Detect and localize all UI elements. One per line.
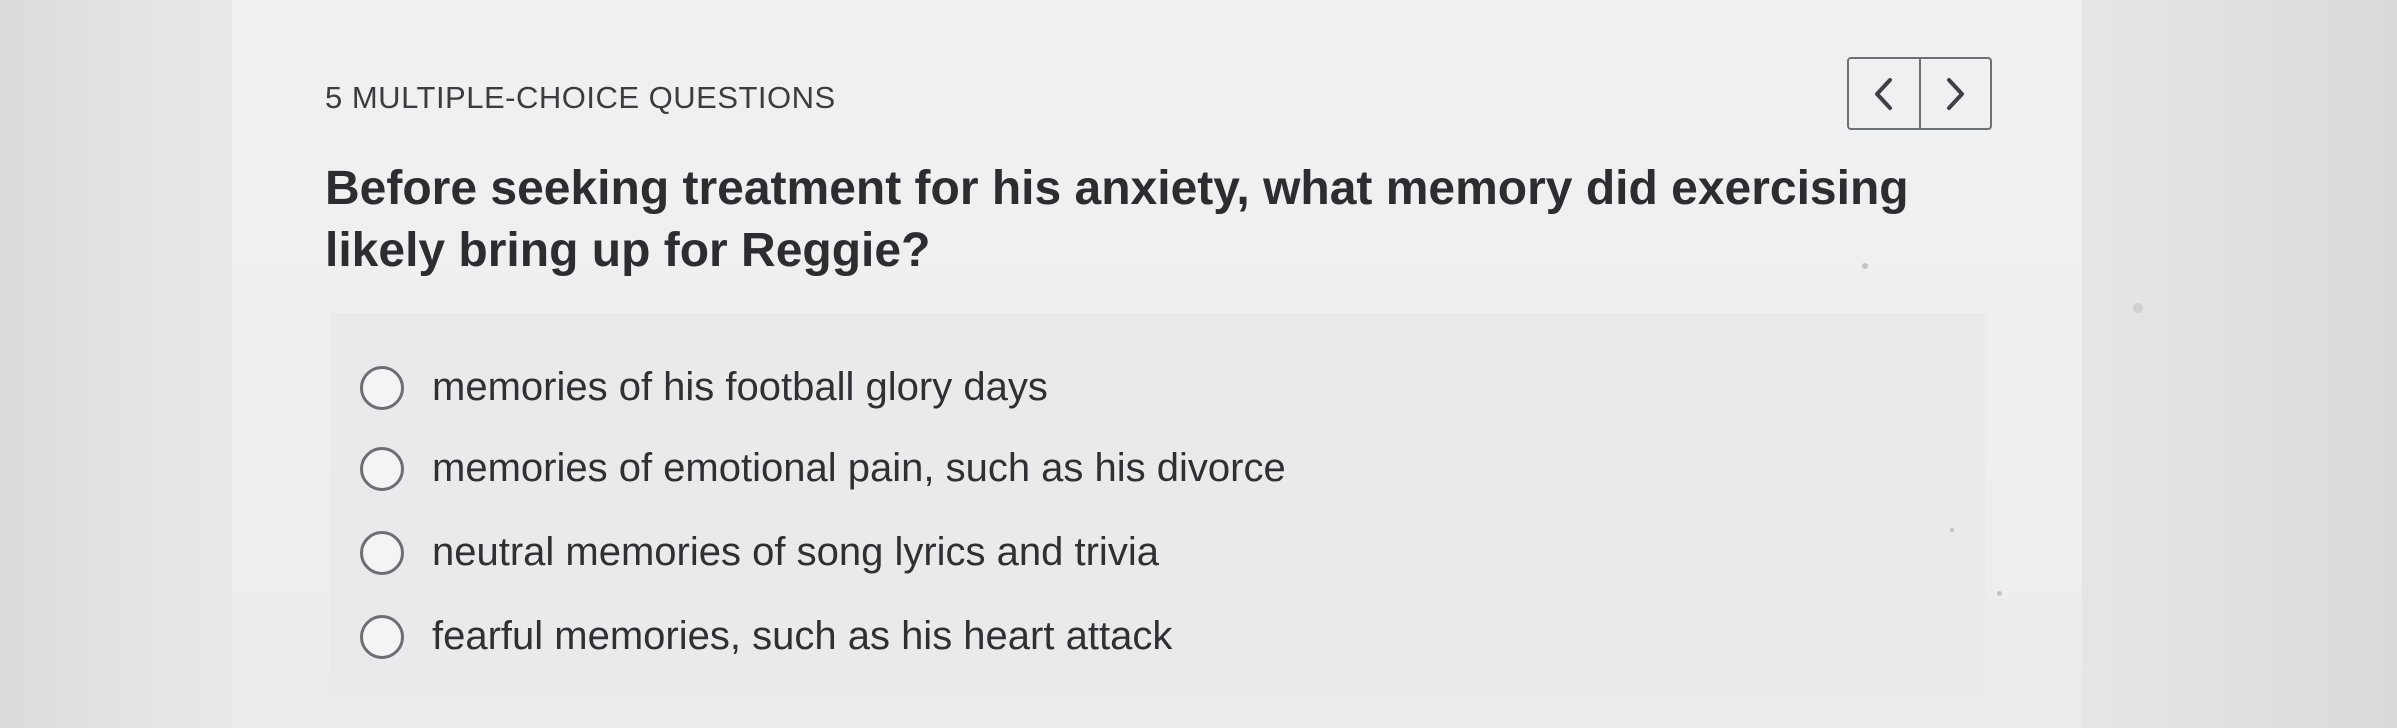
answer-option[interactable]: fearful memories, such as his heart atta… bbox=[360, 614, 1172, 659]
answer-option[interactable]: neutral memories of song lyrics and triv… bbox=[360, 530, 1159, 575]
question-navigation bbox=[1847, 57, 1992, 130]
question-text: Before seeking treatment for his anxiety… bbox=[325, 162, 1909, 277]
answer-option-label: memories of his football glory days bbox=[432, 365, 1048, 409]
chevron-right-icon bbox=[1947, 77, 1965, 110]
background-shade bbox=[0, 0, 232, 728]
answer-option-label: memories of emotional pain, such as his … bbox=[432, 446, 1286, 490]
radio-button[interactable] bbox=[360, 365, 404, 410]
screen-speck bbox=[2133, 303, 2143, 313]
screen-speck bbox=[1862, 263, 1868, 269]
answer-option[interactable]: memories of emotional pain, such as his … bbox=[360, 446, 1286, 491]
chevron-left-icon bbox=[1874, 77, 1892, 110]
answer-option-label: neutral memories of song lyrics and triv… bbox=[432, 530, 1159, 574]
previous-question-button[interactable] bbox=[1849, 59, 1919, 128]
screen-speck bbox=[1950, 528, 1954, 532]
radio-button[interactable] bbox=[360, 614, 404, 659]
screen-speck bbox=[1997, 591, 2002, 596]
next-question-button[interactable] bbox=[1918, 59, 1991, 128]
answer-option-label: fearful memories, such as his heart atta… bbox=[432, 614, 1173, 658]
section-label: 5 MULTIPLE-CHOICE QUESTIONS bbox=[325, 80, 836, 115]
radio-button[interactable] bbox=[360, 530, 404, 575]
answer-option[interactable]: memories of his football glory days bbox=[360, 365, 1048, 410]
radio-button[interactable] bbox=[360, 446, 404, 491]
